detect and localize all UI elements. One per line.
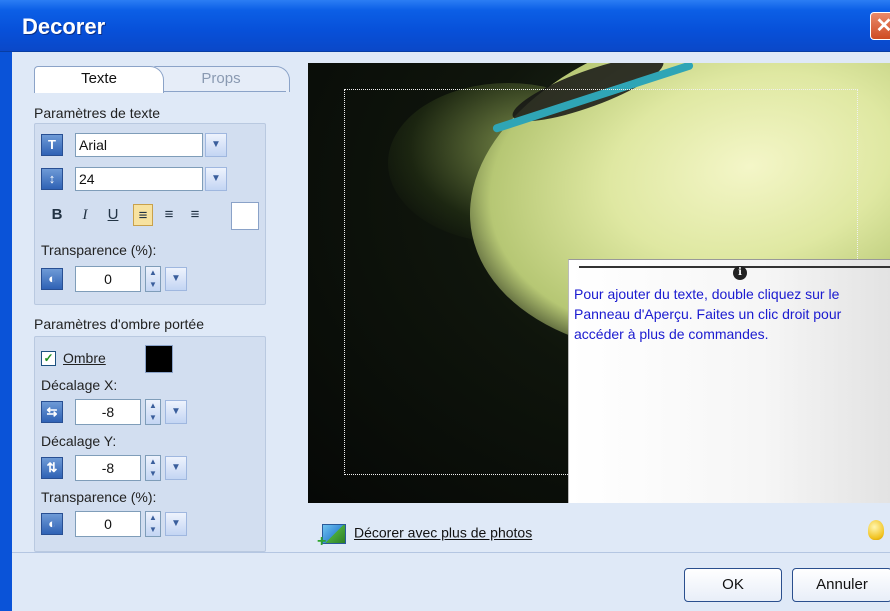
- ok-button[interactable]: OK: [684, 568, 782, 602]
- text-transparency-spinner[interactable]: ▲ ▼: [145, 266, 161, 292]
- align-left-icon[interactable]: ≡: [133, 204, 153, 226]
- offset-y-input[interactable]: -8: [75, 455, 141, 481]
- shadow-transparency-icon[interactable]: ◐: [41, 513, 63, 535]
- align-right-icon[interactable]: ≡: [185, 204, 205, 226]
- add-photo-icon: [317, 524, 346, 551]
- offset-y-icon[interactable]: ⇅: [41, 457, 63, 479]
- preview-panel[interactable]: i Pour ajouter du texte, double cliquez …: [308, 63, 890, 503]
- text-transparency-dropdown[interactable]: ▼: [165, 267, 187, 291]
- align-center-icon[interactable]: ≡: [159, 204, 179, 226]
- window-frame: [0, 52, 12, 611]
- underline-button[interactable]: U: [103, 204, 123, 226]
- cancel-button[interactable]: Annuler: [792, 568, 890, 602]
- shadow-params-group: ✓ Ombre Décalage X: ⇆ -8 ▲ ▼ ▼ Décalage Y…: [34, 336, 266, 552]
- offset-x-icon[interactable]: ⇆: [41, 401, 63, 423]
- dialog-body: Props Texte Paramètres de texte T Arial …: [12, 52, 890, 611]
- lightbulb-icon[interactable]: [868, 520, 884, 540]
- shadow-checkbox[interactable]: ✓: [41, 351, 56, 366]
- offset-y-dropdown[interactable]: ▼: [165, 456, 187, 480]
- italic-button[interactable]: I: [75, 204, 95, 226]
- offset-x-dropdown[interactable]: ▼: [165, 400, 187, 424]
- close-button[interactable]: ✕: [870, 12, 890, 40]
- text-color-swatch[interactable]: [231, 202, 259, 230]
- text-params-title: Paramètres de texte: [34, 105, 161, 121]
- shadow-transparency-spinner[interactable]: ▲ ▼: [145, 511, 161, 537]
- tip-divider: i: [579, 266, 890, 280]
- text-transparency-label: Transparence (%):: [41, 242, 157, 258]
- shadow-params-title: Paramètres d'ombre portée: [34, 316, 204, 332]
- transparency-icon[interactable]: ◐: [41, 268, 63, 290]
- text-params-group: T Arial ▼ ↕ 24 ▼ B I U ≡ ≡ ≡ Transparenc…: [34, 123, 266, 305]
- font-icon[interactable]: T: [41, 134, 63, 156]
- offset-y-spinner[interactable]: ▲ ▼: [145, 455, 161, 481]
- tip-text: Pour ajouter du texte, double cliquez su…: [574, 286, 842, 342]
- font-size-icon[interactable]: ↕: [41, 168, 63, 190]
- window-title: Decorer: [22, 14, 106, 39]
- font-input[interactable]: Arial: [75, 133, 203, 157]
- font-size-input[interactable]: 24: [75, 167, 203, 191]
- offset-x-input[interactable]: -8: [75, 399, 141, 425]
- bold-button[interactable]: B: [47, 204, 67, 226]
- tab-strip: Props Texte: [34, 66, 292, 93]
- offset-x-label: Décalage X:: [41, 377, 118, 393]
- shadow-label: Ombre: [63, 350, 106, 366]
- tip-box: i Pour ajouter du texte, double cliquez …: [568, 259, 890, 503]
- tab-props[interactable]: Props: [152, 66, 290, 92]
- offset-x-spinner[interactable]: ▲ ▼: [145, 399, 161, 425]
- more-photos-link[interactable]: Décorer avec plus de photos: [317, 524, 533, 551]
- more-photos-label: Décorer avec plus de photos: [354, 524, 533, 541]
- footer-divider: [12, 552, 890, 553]
- font-dropdown-button[interactable]: ▼: [205, 133, 227, 157]
- tab-texte[interactable]: Texte: [34, 66, 164, 93]
- font-size-dropdown-button[interactable]: ▼: [205, 167, 227, 191]
- shadow-transparency-input[interactable]: 0: [75, 511, 141, 537]
- shadow-transparency-label: Transparence (%):: [41, 489, 157, 505]
- shadow-color-swatch[interactable]: [145, 345, 173, 373]
- text-transparency-input[interactable]: 0: [75, 266, 141, 292]
- title-bar: Decorer ✕: [0, 0, 890, 52]
- shadow-transparency-dropdown[interactable]: ▼: [165, 512, 187, 536]
- offset-y-label: Décalage Y:: [41, 433, 117, 449]
- info-icon: i: [733, 266, 747, 280]
